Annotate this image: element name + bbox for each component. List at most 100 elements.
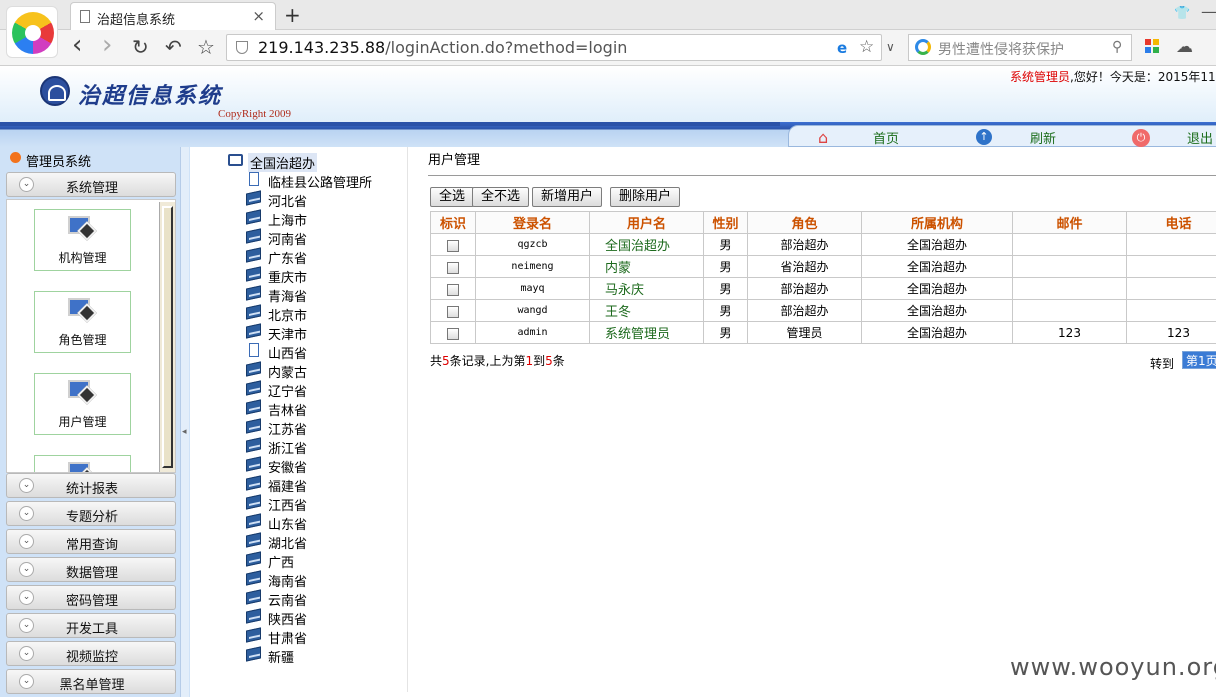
book-icon [246,532,261,548]
tab-close-icon[interactable]: × [252,7,265,25]
browser-logo[interactable] [6,6,58,58]
refresh-icon[interactable]: ↑ [976,129,992,145]
scrollbar[interactable] [159,202,175,472]
accordion-section[interactable]: ⌄ 视频监控 [6,641,176,666]
accordion-section[interactable]: ⌄ 统计报表 [6,473,176,498]
accordion-panel: 机构管理 角色管理 用户管理 [6,199,176,473]
power-icon[interactable]: ⏻ [1132,129,1150,147]
tree-node-label: 河北省 [268,195,308,210]
accordion-section[interactable]: ⌄ 开发工具 [6,613,176,638]
org-cell: 全国治超办 [861,255,1013,278]
book-icon [246,608,261,624]
row-checkbox[interactable] [447,327,459,340]
tree-node-label: 陕西省 [268,613,308,628]
ie-mode-icon[interactable]: e [837,39,847,57]
table-row: mayq 马永庆男部治超办 全国治超办 [430,277,1216,300]
new-tab-button[interactable]: + [284,3,301,27]
username-cell[interactable]: 全国治超办 [589,233,704,256]
tree-node-label: 上海市 [268,214,308,229]
user-table: 标识 登录名 用户名 性别 角色 所属机构 邮件 电话 qgzcb 全国治超办男部… [430,211,1216,344]
book-icon [246,380,261,396]
module-org-management[interactable]: 机构管理 [34,209,131,271]
welcome-message: 系统管理员,您好！今天是：2015年11月 [1010,70,1216,84]
shield-icon [236,41,248,54]
org-cell: 全国治超办 [861,299,1013,322]
tree-node-label: 广西 [268,556,295,571]
url-text[interactable]: 219.143.235.88/loginAction.do?method=log… [258,38,627,57]
collapse-arrow-icon[interactable]: ◂ [182,427,187,437]
module-user-management[interactable]: 用户管理 [34,373,131,435]
address-bar[interactable]: 219.143.235.88/loginAction.do?method=log… [226,34,882,61]
row-checkbox[interactable] [447,305,459,318]
username-cell[interactable]: 马永庆 [589,277,704,300]
col-header: 邮件 [1012,211,1127,234]
watermark: www.wooyun.org [1010,653,1216,681]
tree-node-label: 新疆 [268,651,295,666]
username-cell[interactable]: 系统管理员 [589,321,704,344]
star-icon[interactable]: ☆ [859,37,874,57]
tree-node-label: 吉林省 [268,404,308,419]
search-icon[interactable]: ⚲ [1112,39,1122,55]
select-cell [430,233,476,256]
select-cell [430,255,476,278]
accordion-section[interactable]: ⌄ 常用查询 [6,529,176,554]
browser-tab[interactable]: 治超信息系统 × [70,2,276,30]
accordion-system-management[interactable]: ⌄ 系统管理 [6,172,176,197]
bookmark-button[interactable]: ☆ [197,35,215,59]
tree-node-label: 天津市 [268,328,308,343]
skin-icon[interactable]: 👕 [1174,6,1190,21]
tree-node-label: 重庆市 [268,271,308,286]
accordion-label: 常用查询 [65,538,118,553]
tree-node-label: 山东省 [268,518,308,533]
accordion-section[interactable]: ⌄ 数据管理 [6,557,176,582]
book-icon [246,399,261,415]
delete-user-button[interactable]: 删除用户 [610,187,681,207]
login-cell: qgzcb [475,233,590,256]
home-icon[interactable]: ⌂ [818,128,828,147]
accordion-section[interactable]: ⌄ 专题分析 [6,501,176,526]
search-input[interactable]: 男性遭性侵将获保护 ⚲ [908,34,1132,61]
apps-grid-icon[interactable] [1145,39,1159,53]
book-icon [246,494,261,510]
org-cell: 全国治超办 [861,277,1013,300]
module-role-management[interactable]: 角色管理 [34,291,131,353]
phone-cell [1126,277,1216,300]
emblem-icon [40,76,70,106]
document-icon [249,172,259,186]
module-partial[interactable] [34,455,131,472]
row-checkbox[interactable] [447,283,459,296]
menu-home[interactable]: 首页 [873,128,899,147]
username-cell[interactable]: 内蒙 [589,255,704,278]
accordion-section[interactable]: ⌄ 黑名单管理 [6,669,176,694]
page-icon [80,10,90,23]
email-cell [1012,255,1127,278]
book-icon [246,361,261,377]
cloud-icon[interactable]: ☁ [1176,37,1193,57]
chevron-down-icon[interactable]: ∨ [886,40,895,54]
add-user-button[interactable]: 新增用户 [532,187,603,207]
minimize-button[interactable]: — [1201,2,1216,21]
search-placeholder: 男性遭性侵将获保护 [938,42,1064,58]
email-cell [1012,233,1127,256]
goto-label: 转到 [1150,357,1175,371]
select-none-button[interactable]: 全不选 [472,187,530,207]
book-icon [246,266,261,282]
menu-exit[interactable]: 退出 [1187,128,1213,147]
row-checkbox[interactable] [447,239,459,252]
back-button[interactable]: ‹ [72,30,82,60]
menu-refresh[interactable]: 刷新 [1030,128,1056,147]
username-cell[interactable]: 王冬 [589,299,704,322]
forward-button[interactable]: › [102,30,112,60]
row-checkbox[interactable] [447,261,459,274]
undo-button[interactable]: ↶ [165,35,182,59]
select-all-button[interactable]: 全选 [430,187,475,207]
col-header: 标识 [430,211,476,234]
email-cell: 123 [1012,321,1127,344]
sidebar-splitter[interactable]: ◂ [180,147,189,697]
accordion-section[interactable]: ⌄ 密码管理 [6,585,176,610]
tree-node-label: 辽宁省 [268,385,308,400]
reload-button[interactable]: ↻ [132,35,149,59]
page-select[interactable]: 第1页 [1182,351,1216,369]
accordion-label: 密码管理 [65,594,118,609]
book-icon [246,323,261,339]
